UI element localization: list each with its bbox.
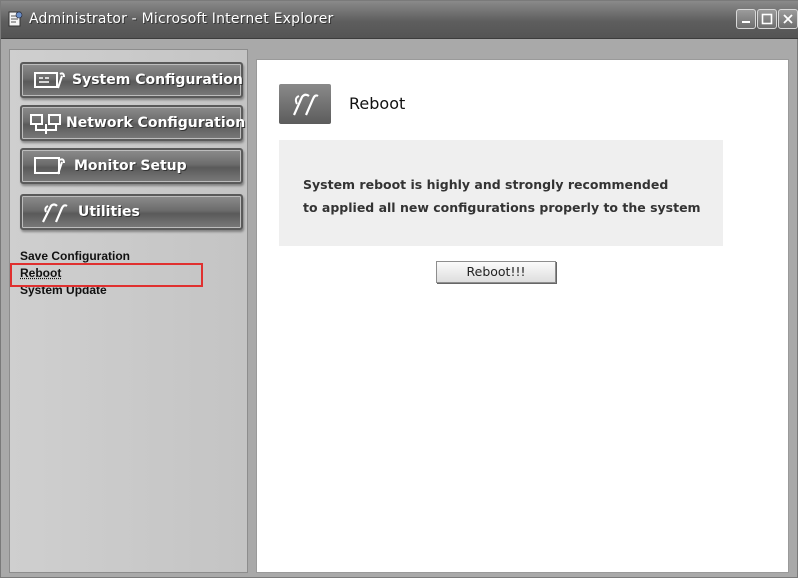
message-box: System reboot is highly and strongly rec… [279,140,723,246]
page-title: Reboot [349,94,406,113]
main-content: Reboot System reboot is highly and stron… [256,59,789,573]
title-bar: Administrator - Microsoft Internet Explo… [1,1,798,39]
window-title: Administrator - Microsoft Internet Explo… [29,11,334,27]
minimize-icon [742,21,750,23]
nav-monitor-setup[interactable]: Monitor Setup [20,148,243,184]
nav-utilities[interactable]: Utilities [20,194,243,230]
nav-label: Monitor Setup [74,158,187,174]
nav-system-configuration[interactable]: System Configuration [20,62,243,98]
close-button[interactable] [778,9,798,29]
nav-label: Utilities [78,204,140,220]
maximize-button[interactable] [757,9,777,29]
highlight-box [10,263,203,287]
minimize-button[interactable] [736,9,756,29]
nav-network-configuration[interactable]: Network Configuration [20,105,246,141]
message-line: System reboot is highly and strongly rec… [303,177,669,192]
tools-icon [40,202,68,229]
network-computers-icon [30,113,62,140]
reboot-button[interactable]: Reboot!!! [436,261,556,283]
monitor-wrench-icon [34,156,66,183]
maximize-icon [761,13,773,25]
nav-label: Network Configuration [66,115,246,131]
monitor-wrench-icon [34,70,66,97]
ie-page-icon [7,11,23,27]
sidebar: System Configuration Network Configurati… [9,49,248,573]
browser-window: Administrator - Microsoft Internet Explo… [0,0,798,578]
tools-icon [279,84,331,124]
nav-label: System Configuration [72,72,243,88]
close-icon [783,14,793,24]
message-line: to applied all new configurations proper… [303,200,701,215]
